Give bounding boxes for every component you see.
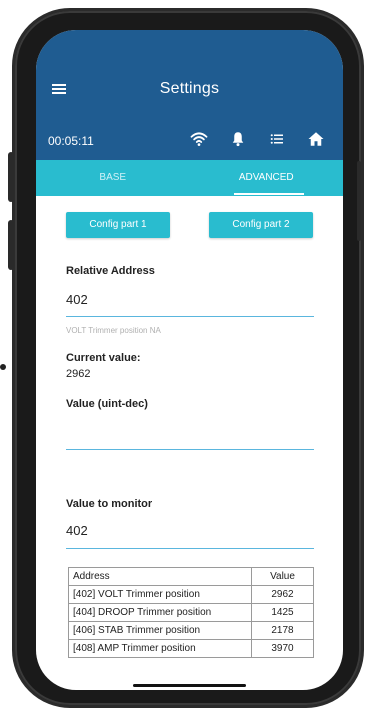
volume-up-button [8,152,14,202]
volume-down-button [8,220,14,270]
page-title: Settings [159,80,220,97]
row-address: [408] AMP Trimmer position [68,639,252,658]
monitor-input[interactable]: 402 [66,523,88,538]
phone-screen: Settings 00:05:11 BASE ADVANCED Config p… [36,30,343,690]
current-value-label: Current value: [66,352,141,364]
power-button [357,161,361,241]
tab-base[interactable]: BASE [36,160,190,196]
config-part-1-button[interactable]: Config part 1 [66,212,170,238]
address-column-header: Address [68,567,252,586]
app-bar: Settings 00:05:11 [36,30,343,160]
current-value: 2962 [66,368,91,380]
tab-bar: BASE ADVANCED [36,160,343,196]
row-address: [402] VOLT Trimmer position [68,585,252,604]
table-header-row: Address Value [68,567,314,586]
value-input[interactable] [66,420,314,446]
relative-address-label: Relative Address [66,265,155,277]
home-indicator [133,684,246,687]
row-address: [406] STAB Trimmer position [68,621,252,640]
row-value: 1425 [251,603,314,622]
row-value: 3970 [251,639,314,658]
value-input-underline [66,449,314,450]
relative-address-value[interactable]: 402 [66,292,88,307]
table-row: [404] DROOP Trimmer position 1425 [68,603,314,622]
home-icon[interactable] [307,130,325,148]
tab-advanced[interactable]: ADVANCED [190,160,344,196]
row-value: 2178 [251,621,314,640]
row-value: 2962 [251,585,314,604]
wifi-icon[interactable] [190,130,208,148]
config-part-2-button[interactable]: Config part 2 [209,212,313,238]
bell-icon[interactable] [229,130,247,148]
monitor-label: Value to monitor [66,498,153,510]
session-timer: 00:05:11 [48,134,94,148]
relative-address-hint: VOLT Trimmer position NA [66,326,161,335]
table-row: [408] AMP Trimmer position 3970 [68,639,314,658]
active-tab-indicator [234,193,304,195]
value-column-header: Value [251,567,314,586]
value-input-label: Value (uint-dec) [66,398,148,410]
list-icon[interactable] [268,130,286,148]
table-row: [406] STAB Trimmer position 2178 [68,621,314,640]
table-row: [402] VOLT Trimmer position 2962 [68,585,314,604]
side-dot [0,364,6,370]
row-address: [404] DROOP Trimmer position [68,603,252,622]
monitor-table: Address Value [402] VOLT Trimmer positio… [68,567,314,658]
relative-address-underline [66,316,314,317]
monitor-underline [66,548,314,549]
